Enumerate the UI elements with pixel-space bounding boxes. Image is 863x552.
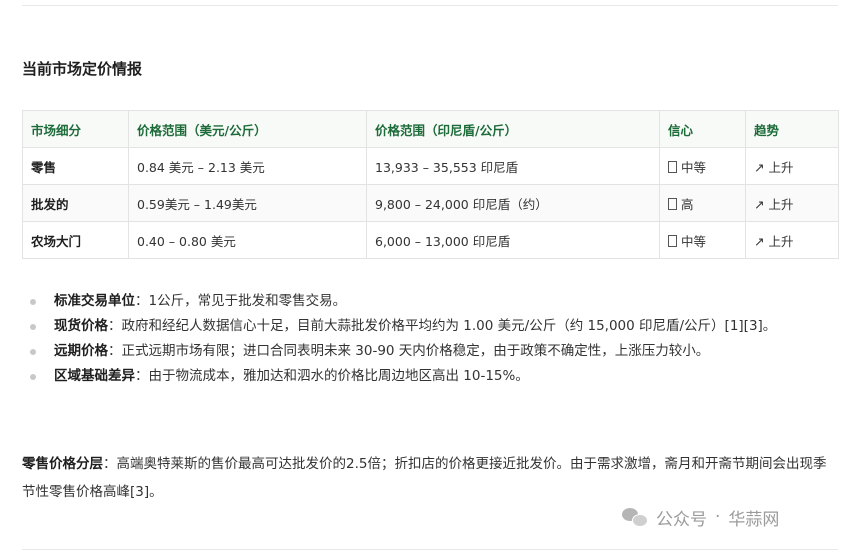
bullet-term: 标准交易单位 [54,293,135,309]
cell-confidence: 高 [659,184,746,222]
cell-confidence: 中等 [659,147,746,185]
cell-trend: ↗ 上升 [745,221,839,259]
bullet-text: ：1公斤，常见于批发和零售交易。 [135,293,347,309]
bullet-dot-icon [30,324,36,330]
bullet-term: 区域基础差异 [54,368,135,384]
tier-text: ：高端奥特莱斯的售价最高可达批发价的2.5倍；折扣店的价格更接近批发价。由于需求… [22,456,827,500]
bullet-term: 现货价格 [54,318,108,334]
column-header-confidence: 信心 [659,110,746,148]
cell-segment: 零售 [22,147,129,185]
watermark-separator: · [715,507,721,527]
tier-term: 零售价格分层 [22,456,103,472]
bullet-text: ：政府和经纪人数据信心十足，目前大蒜批发价格平均约为 1.00 美元/公斤（约 … [108,318,777,334]
bullet-text: ：由于物流成本，雅加达和泗水的价格比周边地区高出 10-15%。 [135,368,529,384]
confidence-label: 中等 [681,159,707,175]
bullet-dot-icon [30,349,36,355]
bottom-divider [22,549,838,550]
cell-segment: 农场大门 [22,221,129,259]
section-heading: 当前市场定价情报 [22,60,143,78]
bullet-dot-icon [30,299,36,305]
cell-usd: 0.40 – 0.80 美元 [128,221,367,259]
cell-confidence: 中等 [659,221,746,259]
watermark-name: 华蒜网 [728,509,780,530]
list-item: 标准交易单位：1公斤，常见于批发和零售交易。 [22,289,838,314]
column-header-idr: 价格范围（印尼盾/公斤） [366,110,660,148]
bullet-list: 标准交易单位：1公斤，常见于批发和零售交易。 现货价格：政府和经纪人数据信心十足… [22,289,838,389]
list-item: 远期价格：正式远期市场有限；进口合同表明未来 30-90 天内价格稳定，由于政策… [22,339,838,364]
cell-idr: 6,000 – 13,000 印尼盾 [366,221,660,259]
watermark-label: 公众号 [656,509,707,530]
column-header-segment: 市场细分 [22,110,129,148]
table-row: 农场大门 0.40 – 0.80 美元 6,000 – 13,000 印尼盾 中… [22,221,839,259]
confidence-label: 中等 [681,233,707,249]
table-row: 批发的 0.59美元 – 1.49美元 9,800 – 24,000 印尼盾（约… [22,184,839,222]
top-divider [22,5,838,6]
watermark: 公众号 · 华蒜网 [622,504,779,530]
cell-segment: 批发的 [22,184,129,222]
list-item: 现货价格：政府和经纪人数据信心十足，目前大蒜批发价格平均约为 1.00 美元/公… [22,314,838,339]
cell-idr: 13,933 – 35,553 印尼盾 [366,147,660,185]
cell-trend: ↗ 上升 [745,184,839,222]
bullet-text: ：正式远期市场有限；进口合同表明未来 30-90 天内价格稳定，由于政策不确定性… [108,343,710,359]
cell-idr: 9,800 – 24,000 印尼盾（约） [366,184,660,222]
cell-trend: ↗ 上升 [745,147,839,185]
column-header-trend: 趋势 [745,110,839,148]
list-item: 区域基础差异：由于物流成本，雅加达和泗水的价格比周边地区高出 10-15%。 [22,364,838,389]
pricing-table: 市场细分 价格范围（美元/公斤） 价格范围（印尼盾/公斤） 信心 趋势 零售 0… [22,110,839,259]
bullet-dot-icon [30,374,36,380]
cell-usd: 0.84 美元 – 2.13 美元 [128,147,367,185]
bullet-term: 远期价格 [54,343,108,359]
table-header-row: 市场细分 价格范围（美元/公斤） 价格范围（印尼盾/公斤） 信心 趋势 [22,110,839,148]
confidence-label: 高 [681,196,694,212]
table-row: 零售 0.84 美元 – 2.13 美元 13,933 – 35,553 印尼盾… [22,147,839,185]
column-header-usd: 价格范围（美元/公斤） [128,110,367,148]
missing-glyph-icon [668,160,677,173]
wechat-icon [622,506,648,528]
retail-tier-paragraph: 零售价格分层：高端奥特莱斯的售价最高可达批发价的2.5倍；折扣店的价格更接近批发… [22,450,838,506]
missing-glyph-icon [668,197,677,210]
cell-usd: 0.59美元 – 1.49美元 [128,184,367,222]
missing-glyph-icon [668,234,677,247]
